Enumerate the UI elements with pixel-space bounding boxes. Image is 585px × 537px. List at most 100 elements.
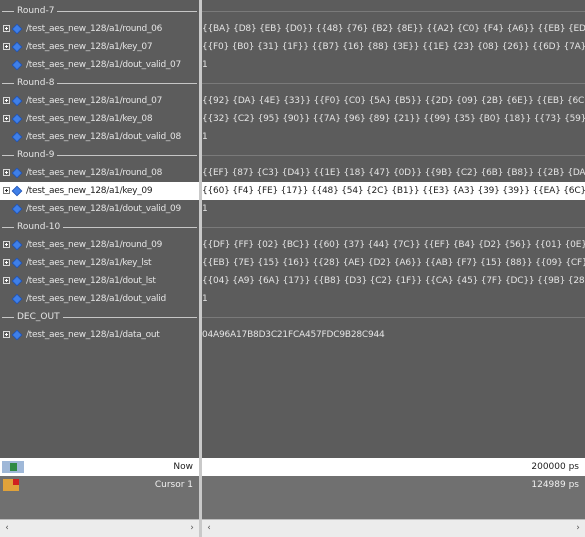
signal-name[interactable]: /test_aes_new_128/a1/round_07: [26, 92, 162, 110]
signal-value[interactable]: {{F0} {B0} {31} {1F}} {{B7} {16} {88} {3…: [202, 38, 585, 56]
signal-name[interactable]: /test_aes_new_128/a1/key_08: [26, 110, 153, 128]
signal-value[interactable]: {{32} {C2} {95} {90}} {{7A} {96} {89} {2…: [202, 110, 585, 128]
group-divider[interactable]: Round-9: [0, 146, 585, 164]
signal-value[interactable]: 1: [202, 128, 585, 146]
signal-name-cell[interactable]: /test_aes_new_128/a1/dout_lst: [0, 272, 199, 290]
expand-plus-icon[interactable]: [3, 259, 10, 266]
signal-name-cell[interactable]: /test_aes_new_128/a1/round_06: [0, 20, 199, 38]
signal-name-cell[interactable]: /test_aes_new_128/a1/data_out: [0, 326, 199, 344]
scroll-left-icon[interactable]: ‹: [204, 523, 214, 534]
expand-plus-icon[interactable]: [3, 97, 10, 104]
signal-row[interactable]: /test_aes_new_128/a1/data_out 04A96A17B8D…: [0, 326, 585, 344]
group-divider[interactable]: DEC_OUT: [0, 308, 585, 326]
scroll-right-icon[interactable]: ›: [573, 523, 583, 534]
signal-row[interactable]: /test_aes_new_128/a1/key_08 {{32} {C2} {9…: [0, 110, 585, 128]
expand-plus-icon[interactable]: [3, 331, 10, 338]
signal-row[interactable]: /test_aes_new_128/a1/round_08 {{EF} {87} …: [0, 164, 585, 182]
signal-name[interactable]: /test_aes_new_128/a1/key_lst: [26, 254, 152, 272]
expand-plus-icon[interactable]: [3, 115, 10, 122]
group-label-cell[interactable]: Round-7: [0, 2, 199, 20]
signal-name[interactable]: /test_aes_new_128/a1/dout_valid_08: [26, 128, 181, 146]
signal-name-cell[interactable]: /test_aes_new_128/a1/round_09: [0, 236, 199, 254]
signal-name-cell[interactable]: /test_aes_new_128/a1/key_09: [0, 182, 199, 200]
scroll-left-icon[interactable]: ‹: [2, 523, 12, 534]
signal-value[interactable]: {{60} {F4} {FE} {17}} {{48} {54} {2C} {B…: [202, 182, 585, 200]
signal-value[interactable]: {{92} {DA} {4E} {33}} {{F0} {C0} {5A} {B…: [202, 92, 585, 110]
signal-name-cell[interactable]: /test_aes_new_128/a1/key_lst: [0, 254, 199, 272]
signal-name-cell[interactable]: /test_aes_new_128/a1/dout_valid_07: [0, 56, 199, 74]
signal-value[interactable]: {{BA} {D8} {EB} {D0}} {{48} {76} {B2} {8…: [202, 20, 585, 38]
signal-row[interactable]: /test_aes_new_128/a1/key_07 {{F0} {B0} {3…: [0, 38, 585, 56]
signal-name[interactable]: /test_aes_new_128/a1/dout_valid: [26, 290, 166, 308]
expand-plus-icon[interactable]: [3, 277, 10, 284]
signal-name[interactable]: /test_aes_new_128/a1/dout_valid_07: [26, 56, 181, 74]
status-filler: [0, 494, 585, 519]
cursor-label[interactable]: Cursor 1: [155, 476, 193, 494]
group-name: DEC_OUT: [14, 311, 63, 323]
signal-name-cell[interactable]: /test_aes_new_128/a1/round_07: [0, 92, 199, 110]
group-name: Round-9: [14, 149, 58, 161]
group-name: Round-7: [14, 5, 58, 17]
signal-value[interactable]: 1: [202, 290, 585, 308]
expand-plus-icon[interactable]: [3, 241, 10, 248]
signal-name-cell[interactable]: /test_aes_new_128/a1/dout_valid_09: [0, 200, 199, 218]
signal-name[interactable]: /test_aes_new_128/a1/round_09: [26, 236, 162, 254]
group-label-cell[interactable]: Round-9: [0, 146, 199, 164]
signal-value[interactable]: {{EB} {7E} {15} {16}} {{28} {AE} {D2} {A…: [202, 254, 585, 272]
signal-row[interactable]: /test_aes_new_128/a1/key_09 {{60} {F4} {F…: [0, 182, 585, 200]
signal-name-cell[interactable]: /test_aes_new_128/a1/dout_valid: [0, 290, 199, 308]
signal-row[interactable]: /test_aes_new_128/a1/key_lst {{EB} {7E} {…: [0, 254, 585, 272]
cursor-value-cell[interactable]: 124989 ps: [202, 476, 585, 494]
pane-divider[interactable]: [199, 0, 202, 537]
expand-plus-icon[interactable]: [3, 169, 10, 176]
signal-row[interactable]: /test_aes_new_128/a1/dout_lst {{04} {A9} …: [0, 272, 585, 290]
group-value-cell[interactable]: [202, 146, 585, 164]
signal-diamond-icon: [11, 95, 23, 107]
signal-name[interactable]: /test_aes_new_128/a1/key_07: [26, 38, 153, 56]
signal-value[interactable]: {{EF} {87} {C3} {D4}} {{1E} {18} {47} {0…: [202, 164, 585, 182]
group-label-cell[interactable]: Round-8: [0, 74, 199, 92]
group-value-cell[interactable]: [202, 74, 585, 92]
signal-row[interactable]: /test_aes_new_128/a1/round_07 {{92} {DA} …: [0, 92, 585, 110]
signal-row[interactable]: /test_aes_new_128/a1/round_09 {{DF} {FF} …: [0, 236, 585, 254]
signal-name[interactable]: /test_aes_new_128/a1/round_08: [26, 164, 162, 182]
group-label-cell[interactable]: Round-10: [0, 218, 199, 236]
group-label-cell[interactable]: DEC_OUT: [0, 308, 199, 326]
signal-name-cell[interactable]: /test_aes_new_128/a1/round_08: [0, 164, 199, 182]
signal-name[interactable]: /test_aes_new_128/a1/round_06: [26, 20, 162, 38]
group-divider[interactable]: Round-7: [0, 2, 585, 20]
signal-value[interactable]: {{DF} {FF} {02} {BC}} {{60} {37} {44} {7…: [202, 236, 585, 254]
signal-name-cell[interactable]: /test_aes_new_128/a1/dout_valid_08: [0, 128, 199, 146]
cursor-label-cell[interactable]: Cursor 1: [0, 476, 199, 494]
group-divider[interactable]: Round-8: [0, 74, 585, 92]
signal-row[interactable]: /test_aes_new_128/a1/dout_valid_07 1: [0, 56, 585, 74]
signal-row[interactable]: /test_aes_new_128/a1/dout_valid_09 1: [0, 200, 585, 218]
cursor-value[interactable]: 124989 ps: [531, 476, 579, 494]
name-pane-scrollbar[interactable]: ‹ ›: [0, 519, 199, 537]
signal-name-cell[interactable]: /test_aes_new_128/a1/key_08: [0, 110, 199, 128]
group-value-cell[interactable]: [202, 2, 585, 20]
cursor-lock-icon[interactable]: [3, 479, 19, 491]
now-row: Now 200000 ps: [0, 458, 585, 476]
signal-value[interactable]: 04A96A17B8D3C21FCA457FDC9B28C944: [202, 326, 585, 344]
signal-row[interactable]: /test_aes_new_128/a1/dout_valid 1: [0, 290, 585, 308]
scroll-right-icon[interactable]: ›: [187, 523, 197, 534]
group-value-cell[interactable]: [202, 218, 585, 236]
signal-value[interactable]: {{04} {A9} {6A} {17}} {{B8} {D3} {C2} {1…: [202, 272, 585, 290]
signal-name[interactable]: /test_aes_new_128/a1/data_out: [26, 326, 160, 344]
expand-plus-icon[interactable]: [3, 25, 10, 32]
expand-plus-icon[interactable]: [3, 187, 10, 194]
cursor-row[interactable]: Cursor 1 124989 ps: [0, 476, 585, 494]
signal-row[interactable]: /test_aes_new_128/a1/round_06 {{BA} {D8} …: [0, 20, 585, 38]
group-value-cell[interactable]: [202, 308, 585, 326]
signal-value[interactable]: 1: [202, 200, 585, 218]
signal-row[interactable]: /test_aes_new_128/a1/dout_valid_08 1: [0, 128, 585, 146]
signal-name[interactable]: /test_aes_new_128/a1/dout_lst: [26, 272, 156, 290]
signal-name[interactable]: /test_aes_new_128/a1/dout_valid_09: [26, 200, 181, 218]
signal-name-cell[interactable]: /test_aes_new_128/a1/key_07: [0, 38, 199, 56]
signal-value[interactable]: 1: [202, 56, 585, 74]
group-divider[interactable]: Round-10: [0, 218, 585, 236]
wave-pane-scrollbar[interactable]: ‹ ›: [202, 519, 585, 537]
expand-plus-icon[interactable]: [3, 43, 10, 50]
signal-name[interactable]: /test_aes_new_128/a1/key_09: [26, 182, 153, 200]
